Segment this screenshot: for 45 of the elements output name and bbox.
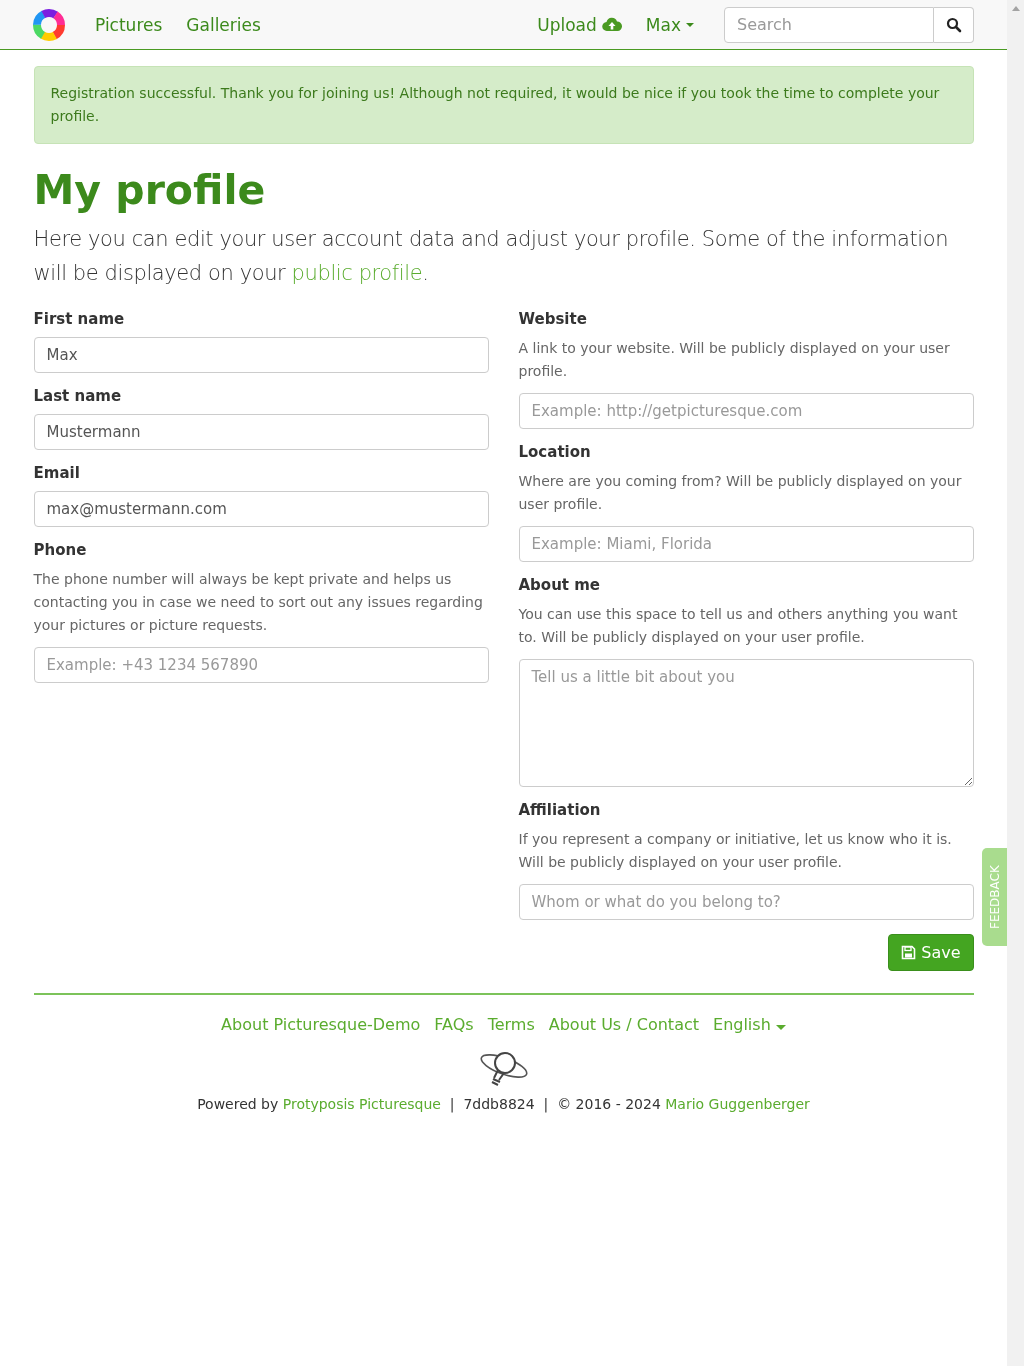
field-label: About me xyxy=(518,576,602,594)
field-label: Last name xyxy=(33,387,123,405)
input-field[interactable]: Whom or what do you belong to? xyxy=(518,884,974,920)
input-field[interactable]: Max xyxy=(33,337,489,373)
intro-text: Here you can edit your user account data and adjust your profile. Some of the information will be displayed on your public profile. xyxy=(33,226,950,287)
field-label: Affiliation xyxy=(518,801,602,819)
language-menu[interactable]: English xyxy=(713,1015,786,1034)
product-link[interactable]: Protyposis Picturesque xyxy=(282,1096,441,1112)
page-title: My profile xyxy=(33,166,267,214)
upload-link[interactable]: Upload xyxy=(525,14,634,35)
alert-text: Registration successful. Thank you for joining us! Although not required, it would be nice if you took the time to complete your profile. xyxy=(50,85,940,124)
input-field[interactable]: Example: Miami, Florida xyxy=(518,526,974,562)
footer-link[interactable]: About Picturesque-Demo xyxy=(221,1015,421,1034)
field-label: First name xyxy=(33,310,126,328)
field-label: Website xyxy=(518,310,588,328)
author-link[interactable]: Mario Guggenberger xyxy=(665,1096,810,1112)
help-text: A link to your website. Will be publicly displayed on your user profile. xyxy=(518,339,951,381)
footer-link[interactable]: Terms xyxy=(487,1015,535,1034)
logo-icon[interactable] xyxy=(33,8,65,41)
nav-link[interactable]: Pictures xyxy=(83,14,175,35)
text-area[interactable]: Tell us a little bit about you xyxy=(518,659,974,787)
save-button[interactable]: Save xyxy=(888,934,974,971)
help-text: You can use this space to tell us and others anything you want to. Will be publicly displayed on your user profile. xyxy=(518,605,959,647)
field-label: Location xyxy=(518,443,592,461)
search-icon xyxy=(945,16,962,33)
cloud-upload-icon xyxy=(601,16,622,33)
user-menu[interactable]: Max xyxy=(633,14,706,35)
help-text: The phone number will always be kept private and helps us contacting you in case we need to sort out any issues regarding your pictures or picture requests. xyxy=(33,570,484,635)
input-field[interactable]: Example: http://getpicturesque.com xyxy=(518,393,974,429)
footer-link[interactable]: About Us / Contact xyxy=(548,1015,699,1034)
input-field[interactable]: Mustermann xyxy=(33,414,489,450)
scrollbar[interactable] xyxy=(1007,0,1024,1366)
input-field[interactable]: max@mustermann.com xyxy=(33,491,489,527)
field-label: Email xyxy=(33,464,81,482)
field-label: Phone xyxy=(33,541,88,559)
help-text: Where are you coming from? Will be publicly displayed on your user profile. xyxy=(518,472,963,514)
footer-link[interactable]: FAQs xyxy=(434,1015,474,1034)
public-profile-link[interactable]: public profile xyxy=(291,261,423,285)
search-field[interactable]: Search xyxy=(724,6,934,43)
search-button[interactable] xyxy=(934,6,974,43)
input-field[interactable]: Example: +43 1234 567890 xyxy=(33,647,489,683)
footer-credits: Powered by Protyposis Picturesque | 7ddb8824 | © 2016 - 2024 Mario Guggenberger xyxy=(197,1096,810,1112)
nav-link[interactable]: Galleries xyxy=(174,14,273,35)
help-text: If you represent a company or initiative, let us know who it is. Will be publicly displayed on your user profile. xyxy=(518,830,953,872)
feedback-tab[interactable]: FEEDBACK xyxy=(982,848,1007,946)
